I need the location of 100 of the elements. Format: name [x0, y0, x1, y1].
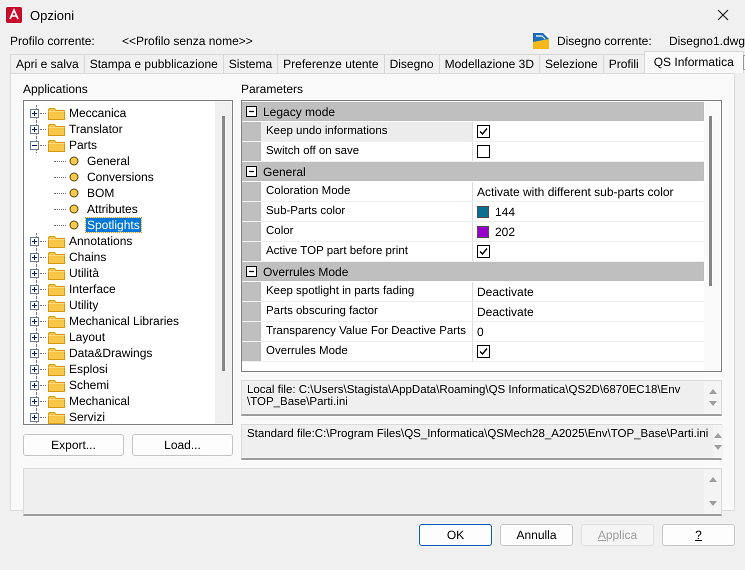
- plus-icon: [30, 236, 39, 246]
- expander-icon[interactable]: [30, 124, 39, 134]
- tab[interactable]: QS Informatica: [644, 51, 744, 73]
- tree-item[interactable]: General: [86, 154, 131, 168]
- expander-icon[interactable]: [30, 412, 39, 422]
- expander-icon[interactable]: [30, 364, 39, 374]
- checkbox[interactable]: [477, 145, 490, 158]
- checkbox[interactable]: [477, 245, 490, 258]
- tree-item[interactable]: Esplosi: [68, 362, 109, 376]
- folder-icon: [48, 346, 65, 360]
- expander-icon[interactable]: [30, 380, 39, 390]
- checkbox[interactable]: [477, 345, 490, 358]
- property-value: Activate with different sub-parts color: [477, 184, 674, 198]
- profile-name: <<Profilo senza nome>>: [121, 34, 254, 48]
- row-gutter: [242, 182, 261, 201]
- expander-icon[interactable]: [30, 348, 39, 358]
- scroll-up-icon: [708, 475, 718, 483]
- plus-icon: [30, 412, 39, 422]
- property-value: 202: [495, 224, 516, 238]
- row-gutter: [242, 242, 261, 261]
- tab[interactable]: Apri e salva: [10, 54, 85, 73]
- property-name[interactable]: Parts obscuring factor: [261, 302, 473, 321]
- tab[interactable]: Stampa e pubblicazione: [84, 54, 224, 73]
- bullet-icon: [69, 188, 79, 198]
- tree-item[interactable]: Annotations: [68, 234, 134, 248]
- button[interactable]: OK: [419, 524, 492, 546]
- expander-icon[interactable]: [30, 236, 39, 246]
- tree-item[interactable]: Attributes: [86, 202, 139, 216]
- scroll-down-icon: [708, 400, 718, 408]
- tree-item[interactable]: Chains: [68, 250, 108, 264]
- scroll-up-icon: [713, 431, 724, 439]
- expander-icon[interactable]: [30, 268, 39, 278]
- expander-icon[interactable]: [30, 108, 39, 118]
- tree-item[interactable]: Utility: [68, 298, 100, 312]
- tree-item[interactable]: Data&Drawings: [68, 346, 154, 360]
- expander-icon[interactable]: [30, 284, 39, 294]
- drawing-icon: [532, 33, 549, 49]
- tree-item[interactable]: Utilità: [68, 266, 100, 280]
- property-name[interactable]: Coloration Mode: [261, 182, 473, 201]
- tree-item[interactable]: Layout: [68, 330, 106, 344]
- scroll-thumb[interactable]: [709, 116, 712, 286]
- expander-icon[interactable]: [30, 300, 39, 310]
- button[interactable]: Annulla: [500, 524, 573, 546]
- tree-item[interactable]: Meccanica: [68, 106, 128, 120]
- plus-icon: [30, 284, 39, 294]
- expander-icon[interactable]: [30, 140, 39, 150]
- group-header[interactable]: General: [242, 162, 704, 182]
- tree-item[interactable]: Conversions: [86, 170, 155, 184]
- plus-icon: [30, 124, 39, 134]
- section-label: Parameters: [241, 82, 304, 97]
- property-name[interactable]: Switch off on save: [261, 142, 473, 161]
- expander-icon[interactable]: [30, 396, 39, 406]
- bullet-icon: [69, 220, 79, 230]
- close-icon: [717, 9, 729, 21]
- window-title: Opzioni: [30, 8, 74, 22]
- group-header[interactable]: Overrules Mode: [242, 262, 704, 282]
- property-name[interactable]: Keep spotlight in parts fading: [261, 282, 473, 301]
- checkbox[interactable]: [477, 125, 490, 138]
- folder-icon: [48, 122, 65, 136]
- property-name[interactable]: Color: [261, 222, 473, 241]
- tree-item[interactable]: Mechanical: [68, 394, 131, 408]
- tree-item[interactable]: Spotlights: [86, 218, 141, 232]
- scrollbar[interactable]: [215, 101, 232, 424]
- plus-icon: [30, 332, 39, 342]
- property-value: Deactivate: [477, 284, 534, 298]
- scrollbar[interactable]: [704, 101, 721, 371]
- property-name[interactable]: Active TOP part before print: [261, 242, 473, 261]
- folder-icon: [48, 250, 65, 264]
- tree-item[interactable]: Interface: [68, 282, 117, 296]
- folder-icon: [48, 106, 65, 120]
- expander-icon[interactable]: [30, 332, 39, 342]
- drawing-label: Disegno corrente:: [556, 34, 653, 48]
- expander-icon[interactable]: [30, 316, 39, 326]
- folder-icon: [48, 282, 65, 296]
- property-name[interactable]: Transparency Value For Deactive Parts: [261, 322, 473, 341]
- button[interactable]: Export...: [23, 434, 124, 456]
- tree-item[interactable]: Parts: [68, 138, 98, 152]
- button[interactable]: Load...: [132, 434, 233, 456]
- folder-icon: [48, 410, 65, 424]
- scroll-down-icon: [713, 444, 724, 452]
- property-value: 0: [477, 324, 484, 338]
- tree-item[interactable]: Schemi: [68, 378, 110, 392]
- plus-icon: [30, 252, 39, 262]
- folder-icon: [48, 266, 65, 280]
- property-name[interactable]: Sub-Parts color: [261, 202, 473, 221]
- button[interactable]: ?: [662, 524, 735, 546]
- tree-item[interactable]: BOM: [86, 186, 116, 200]
- property-name[interactable]: Overrules Mode: [261, 342, 473, 361]
- row-gutter: [242, 142, 261, 161]
- group-header[interactable]: Legacy mode: [242, 102, 704, 122]
- expander-icon[interactable]: [30, 252, 39, 262]
- folder-icon: [48, 234, 65, 248]
- tree-item[interactable]: Mechanical Libraries: [68, 314, 180, 328]
- tree-item[interactable]: Translator: [68, 122, 124, 136]
- drawing-name: Disegno1.dwg: [668, 34, 745, 48]
- tab[interactable]: Disegno: [384, 54, 440, 73]
- property-name[interactable]: Keep undo informations: [261, 122, 473, 141]
- plus-icon: [30, 300, 39, 310]
- tree-item[interactable]: Servizi: [68, 410, 106, 424]
- scroll-thumb[interactable]: [222, 116, 225, 371]
